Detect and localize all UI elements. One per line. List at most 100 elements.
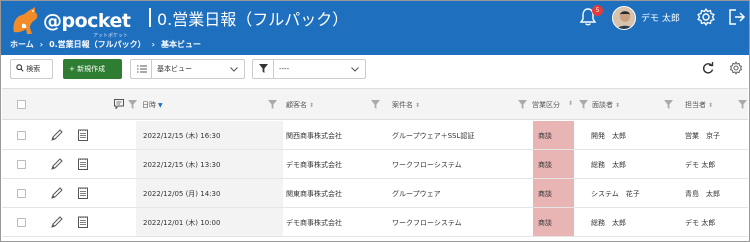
chevron-down-icon <box>351 67 359 72</box>
refresh-icon[interactable] <box>702 61 714 75</box>
owner-cell: デモ 太郎 <box>685 161 716 169</box>
status-badge: 商談 <box>538 219 552 227</box>
date-cell: 2022/12/15 (木) 16:30 <box>143 132 221 140</box>
list-icon <box>137 65 147 73</box>
gear-icon[interactable] <box>696 7 716 27</box>
breadcrumb-app[interactable]: 0.営業日報（フルパック） <box>49 40 146 49</box>
column-header-owner[interactable]: 担当者 ⬍ <box>685 100 713 110</box>
visitor-cell: システム 花子 <box>591 190 640 198</box>
row-checkbox[interactable] <box>17 160 26 169</box>
company-cell: デモ商事株式会社 <box>286 161 342 169</box>
app-logo[interactable]: @pocket アットポケット <box>8 6 138 39</box>
table-row[interactable]: 2022/12/15 (木) 13:30 デモ商事株式会社 ワークフローシステム… <box>2 150 748 179</box>
breadcrumb-home[interactable]: ホーム <box>10 40 34 49</box>
column-filter-icon[interactable] <box>518 100 527 109</box>
document-icon[interactable] <box>78 158 88 170</box>
kangaroo-logo-icon <box>13 7 38 34</box>
document-icon[interactable] <box>78 216 88 228</box>
breadcrumb: ホーム › 0.営業日報（フルパック） › 基本ビュー <box>10 39 201 50</box>
column-header-type[interactable]: 営業区分 <box>532 100 572 110</box>
visitor-cell: 開発 太郎 <box>591 132 626 140</box>
column-header-visitor[interactable]: 面談者 ⬍ <box>592 100 620 110</box>
filter-icon <box>259 64 268 73</box>
filter-select-value: ---- <box>279 65 290 73</box>
sort-icon: ⬍ <box>309 102 315 109</box>
search-icon <box>16 64 24 72</box>
logo-text: @pocket <box>43 10 131 32</box>
column-label: 顧客名 <box>286 101 307 109</box>
table-row[interactable]: 2022/12/01 (木) 10:00 デモ商事株式会社 ワークフローシステム… <box>2 208 748 237</box>
column-label: 担当者 <box>685 101 706 109</box>
owner-cell: デモ 太郎 <box>685 219 716 227</box>
table-row[interactable]: 2022/12/05 (月) 14:30 関東商事株式会社 グループウェア 商談… <box>2 179 748 208</box>
owner-cell: 青島 太郎 <box>685 190 720 198</box>
search-button[interactable]: 検索 <box>10 59 53 79</box>
row-checkbox[interactable] <box>17 131 26 140</box>
visitor-cell: 総務 太郎 <box>591 219 626 227</box>
sort-desc-icon: ▼ <box>158 102 163 109</box>
new-create-button[interactable]: + 新規作成 <box>63 59 122 79</box>
user-name[interactable]: デモ 太郎 <box>641 11 680 24</box>
owner-cell: 営業 京子 <box>685 132 720 140</box>
status-badge: 商談 <box>538 132 552 140</box>
date-cell: 2022/12/15 (木) 13:30 <box>143 161 221 169</box>
company-cell: 関西商事株式会社 <box>286 132 342 140</box>
select-all-checkbox[interactable] <box>17 100 26 109</box>
pencil-icon[interactable] <box>51 216 63 228</box>
avatar[interactable] <box>612 6 636 30</box>
pencil-icon[interactable] <box>51 129 63 141</box>
notification-badge: 5 <box>592 5 603 16</box>
chevron-down-icon <box>230 67 238 72</box>
page-title: 0.営業日報（フルパック） <box>157 10 349 29</box>
document-icon[interactable] <box>78 187 88 199</box>
column-filter-icon[interactable] <box>371 100 380 109</box>
logout-icon[interactable] <box>727 7 747 27</box>
case-cell: ワークフローシステム <box>392 219 462 227</box>
logo-subtext: アットポケット <box>93 33 129 39</box>
company-cell: デモ商事株式会社 <box>286 219 342 227</box>
column-label: 営業区分 <box>532 101 560 109</box>
column-header-date[interactable]: 日時 ▼ <box>142 100 163 110</box>
filter-select[interactable]: ---- <box>252 59 366 79</box>
list-settings-icon[interactable] <box>729 61 743 75</box>
title-divider <box>149 8 151 27</box>
select-divider <box>151 60 152 78</box>
view-select-value: 基本ビュー <box>157 65 192 73</box>
date-cell: 2022/12/05 (月) 14:30 <box>143 190 221 198</box>
select-divider <box>273 60 274 78</box>
breadcrumb-view: 基本ビュー <box>160 40 201 49</box>
case-cell: ワークフローシステム <box>392 161 462 169</box>
pencil-icon[interactable] <box>51 187 63 199</box>
table-row[interactable]: 2022/12/15 (木) 16:30 関西商事株式会社 グループウェア＋SS… <box>2 121 748 150</box>
column-filter-icon[interactable] <box>738 100 747 109</box>
column-filter-icon[interactable] <box>268 100 277 109</box>
document-icon[interactable] <box>78 129 88 141</box>
visitor-cell: 総務 太郎 <box>591 161 626 169</box>
column-label: 面談者 <box>592 101 613 109</box>
row-checkbox[interactable] <box>17 189 26 198</box>
status-badge: 商談 <box>538 190 552 198</box>
row-checkbox[interactable] <box>17 218 26 227</box>
sort-icon: ⬍ <box>568 100 574 107</box>
view-select[interactable]: 基本ビュー <box>130 59 245 79</box>
breadcrumb-separator: › <box>39 40 44 49</box>
sort-icon: ⬍ <box>615 102 621 109</box>
column-filter-icon[interactable] <box>664 100 673 109</box>
column-header-case[interactable]: 案件名 ⬍ <box>392 100 420 110</box>
status-badge: 商談 <box>538 161 552 169</box>
column-filter-icon[interactable] <box>579 100 588 109</box>
user-photo-icon <box>613 7 635 29</box>
company-cell: 関東商事株式会社 <box>286 190 342 198</box>
table-header: 日時 ▼ 顧客名 ⬍ 案件名 ⬍ 営業区分 ⬍ 面談者 ⬍ 担当者 ⬍ <box>2 88 748 120</box>
date-cell: 2022/12/01 (木) 10:00 <box>143 219 221 227</box>
case-cell: グループウェア＋SSL認証 <box>392 132 475 140</box>
sort-icon: ⬍ <box>708 102 714 109</box>
column-label: 日時 <box>142 101 156 109</box>
pencil-icon[interactable] <box>51 158 63 170</box>
column-header-company[interactable]: 顧客名 ⬍ <box>286 100 314 110</box>
search-button-label: 検索 <box>26 65 41 73</box>
app-header: @pocket アットポケット 0.営業日報（フルパック） ホーム › 0.営業日報… <box>0 0 750 55</box>
comment-icon[interactable] <box>114 99 124 109</box>
sort-icon: ⬍ <box>415 102 421 109</box>
column-filter-icon[interactable] <box>128 100 137 109</box>
